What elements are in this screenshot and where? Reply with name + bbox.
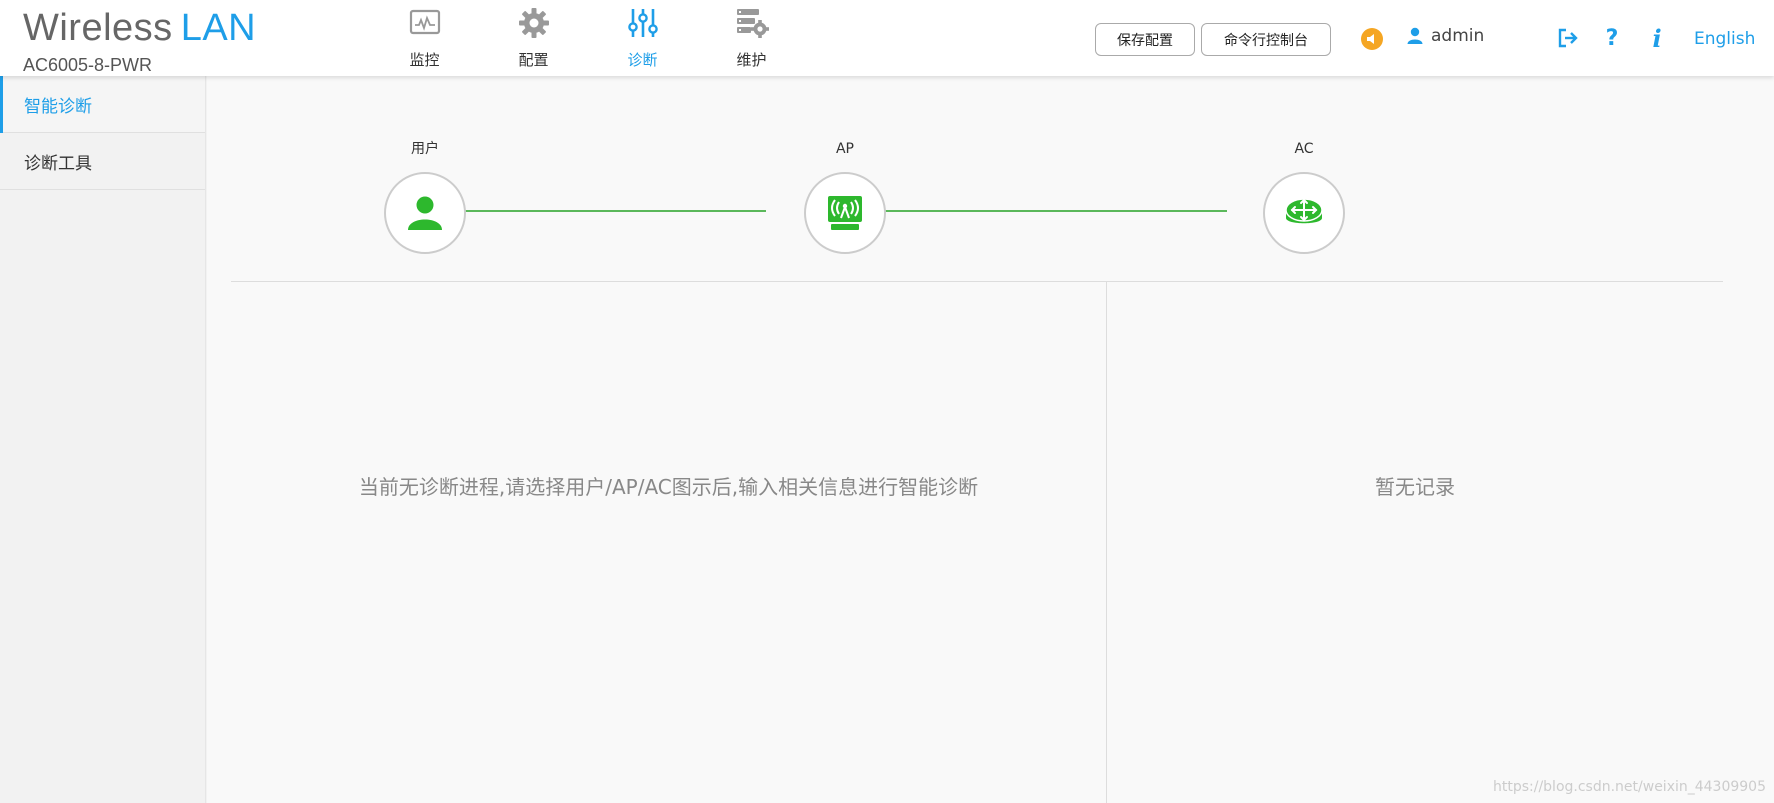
nav-label: 配置 — [518, 51, 549, 69]
brand-title-accent: LAN — [180, 7, 257, 49]
sidebar: 智能诊断 诊断工具 — [0, 76, 206, 803]
help-icon[interactable]: ? — [1600, 26, 1624, 51]
gear-icon — [517, 6, 551, 40]
nav-config[interactable]: 配置 — [479, 0, 588, 76]
nav-label: 监控 — [409, 51, 440, 69]
nav-label: 维护 — [736, 51, 767, 69]
brand-title: Wireless LAN — [23, 8, 256, 48]
panel-divider — [1106, 282, 1107, 803]
logout-icon[interactable] — [1556, 26, 1580, 50]
top-header: Wireless LAN AC6005-8-PWR 监控 配置 诊断 维护 保存… — [0, 0, 1774, 76]
main-content: 用户 AP AC 当前无诊断进程,请选择用户/AP/AC图示后,输入相关信息进行… — [207, 76, 1774, 803]
user-node-button[interactable] — [384, 172, 466, 254]
sliders-icon — [626, 6, 660, 40]
nav-diagnose[interactable]: 诊断 — [588, 0, 697, 76]
device-model: AC6005-8-PWR — [23, 55, 153, 75]
access-point-icon — [828, 196, 862, 230]
main-nav: 监控 配置 诊断 维护 — [370, 0, 806, 76]
save-config-button[interactable]: 保存配置 — [1095, 23, 1195, 56]
empty-records-message: 暂无记录 — [1375, 475, 1455, 499]
diagnosis-status-message: 当前无诊断进程,请选择用户/AP/AC图示后,输入相关信息进行智能诊断 — [358, 475, 979, 499]
sidebar-item-label: 智能诊断 — [24, 96, 92, 117]
user-menu[interactable]: admin — [1407, 26, 1484, 46]
server-gear-icon — [735, 6, 769, 40]
ap-node-button[interactable] — [804, 172, 886, 254]
link-line-ap-ac — [846, 210, 1227, 212]
watermark: https://blog.csdn.net/weixin_44309905 — [1492, 779, 1766, 795]
sidebar-item-label: 诊断工具 — [24, 153, 92, 174]
link-line-user-ap — [426, 210, 766, 212]
topology-node-ac: AC — [1263, 139, 1345, 254]
user-icon — [408, 196, 442, 230]
router-icon — [1285, 198, 1323, 224]
topology-node-ap: AP — [804, 139, 886, 254]
speaker-icon[interactable] — [1361, 28, 1383, 50]
sidebar-item-diagnosis-tools[interactable]: 诊断工具 — [0, 133, 205, 190]
node-label: AP — [835, 141, 855, 157]
info-icon[interactable]: i — [1645, 24, 1669, 53]
nav-label: 诊断 — [627, 51, 658, 69]
node-label: AC — [1294, 141, 1314, 157]
user-icon — [1407, 27, 1423, 44]
sidebar-item-smart-diagnosis[interactable]: 智能诊断 — [0, 76, 205, 133]
brand-title-main: Wireless — [23, 7, 173, 49]
section-divider — [231, 281, 1723, 282]
topology-node-user: 用户 — [384, 139, 466, 254]
language-switch[interactable]: English — [1694, 29, 1755, 49]
monitor-icon — [408, 6, 442, 40]
nav-maintain[interactable]: 维护 — [697, 0, 806, 76]
ac-node-button[interactable] — [1263, 172, 1345, 254]
node-label: 用户 — [411, 141, 439, 157]
cli-console-button[interactable]: 命令行控制台 — [1201, 23, 1331, 56]
nav-monitor[interactable]: 监控 — [370, 0, 479, 76]
brand: Wireless LAN AC6005-8-PWR — [23, 8, 256, 75]
username: admin — [1431, 26, 1485, 46]
